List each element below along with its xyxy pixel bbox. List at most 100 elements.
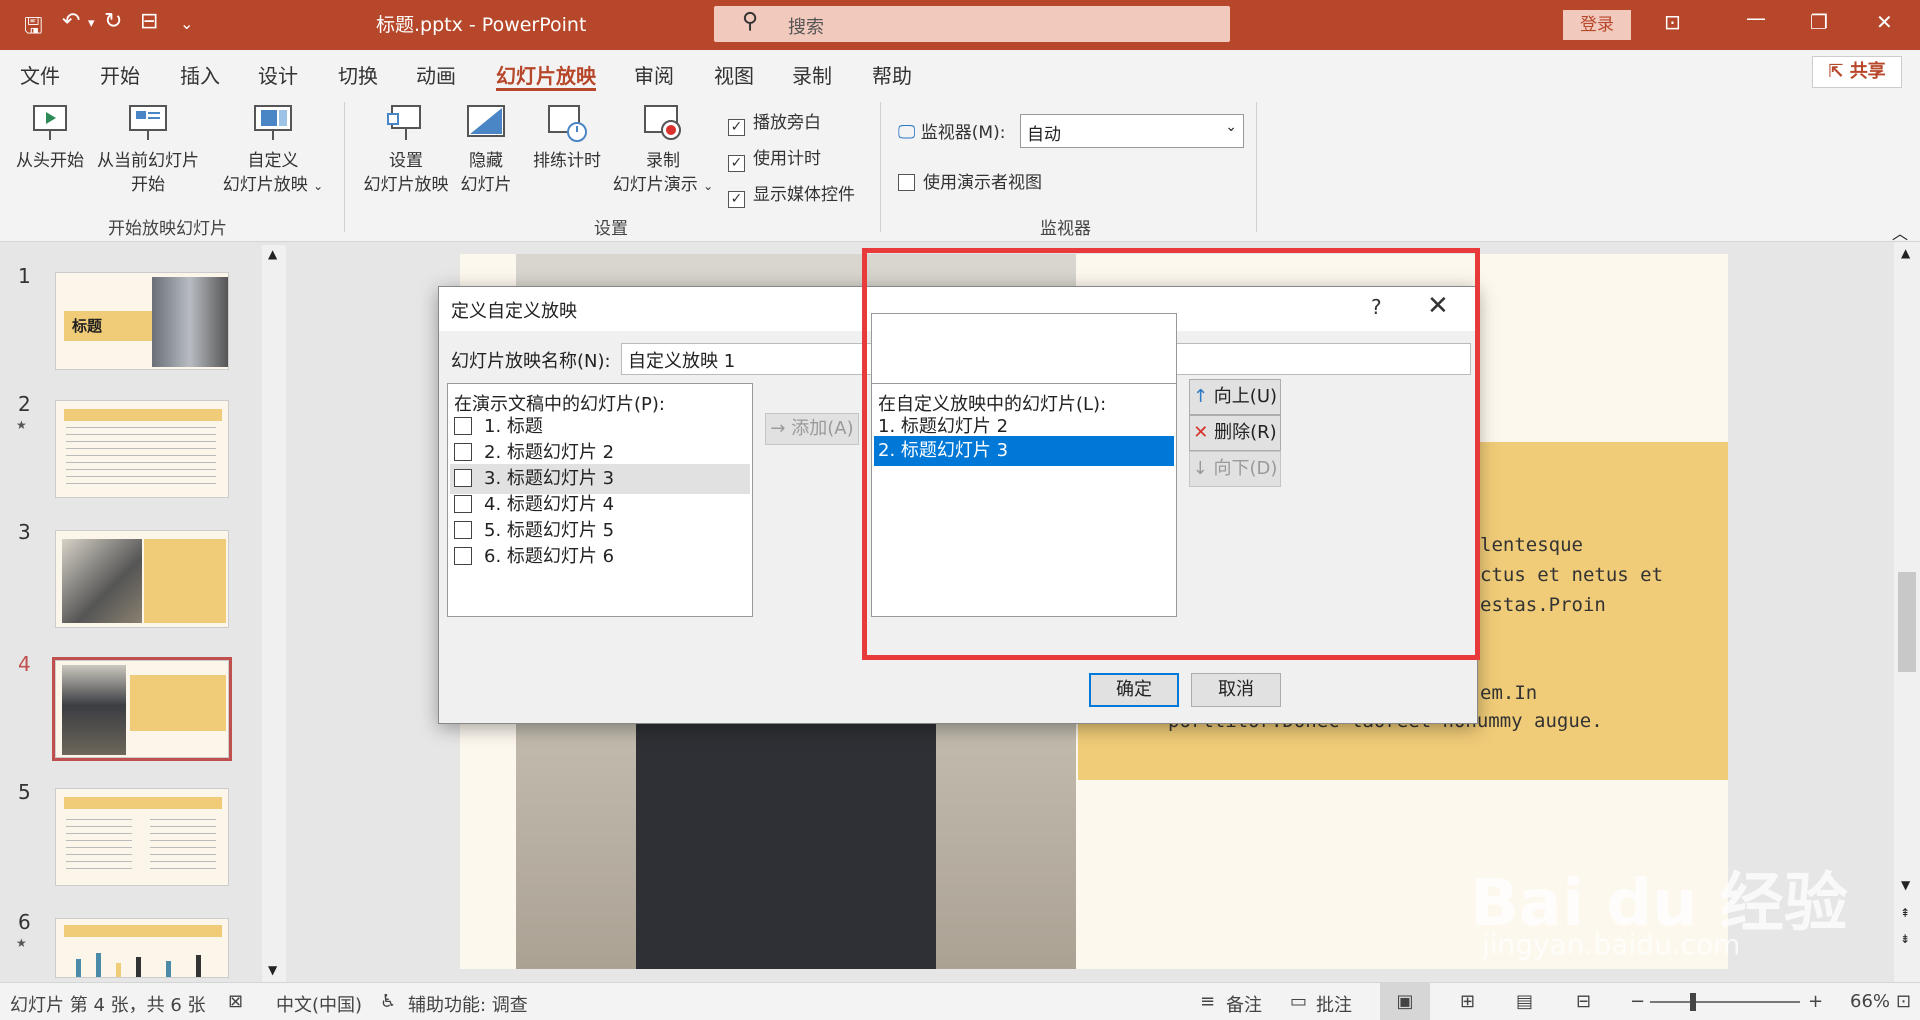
ok-button[interactable]: 确定	[1089, 673, 1179, 707]
tab-file[interactable]: 文件	[20, 60, 60, 89]
group-separator	[1256, 102, 1257, 232]
thumb-bar	[136, 957, 141, 977]
checkbox[interactable]	[454, 469, 472, 487]
scroll-up-icon[interactable]: ▲	[1901, 246, 1910, 260]
monitor-select[interactable]: 自动 ⌄	[1020, 114, 1244, 148]
close-window-icon[interactable]: ✕	[1876, 10, 1893, 34]
zoom-out-icon[interactable]: −	[1630, 991, 1645, 1012]
fit-slide-icon[interactable]: ⊡	[1896, 991, 1911, 1012]
zoom-in-icon[interactable]: +	[1808, 991, 1823, 1012]
checkbox[interactable]	[454, 417, 472, 435]
use-timings-checkbox[interactable]: ✓ 使用计时	[728, 144, 821, 172]
list-item-label: 6. 标题幻灯片 6	[484, 546, 615, 567]
save-icon[interactable]: 🖫	[24, 9, 43, 47]
thumb-photo	[62, 665, 126, 755]
thumb-bar	[116, 963, 121, 977]
undo-icon[interactable]: ↶	[62, 9, 80, 34]
zoom-slider[interactable]	[1650, 1001, 1800, 1003]
reading-view-icon[interactable]: ▤	[1516, 991, 1533, 1012]
from-beginning-label: 从头开始	[16, 151, 84, 171]
active-tab-indicator	[496, 88, 596, 91]
customize-toolbar-icon[interactable]: ⌄	[180, 14, 193, 33]
redo-icon[interactable]: ↻	[104, 9, 122, 34]
spellcheck-icon[interactable]: ⊠	[228, 991, 243, 1012]
slide-thumbnail-6[interactable]	[55, 918, 229, 978]
record-slideshow-button[interactable]: 录制 幻灯片演示 ⌄	[606, 102, 720, 198]
ribbon-display-icon[interactable]: ⊡	[1664, 10, 1681, 34]
checkbox[interactable]	[454, 443, 472, 461]
search-box[interactable]: ⚲ 搜索	[714, 6, 1230, 42]
zoom-level[interactable]: 66%	[1850, 991, 1890, 1012]
thumb-header-band	[64, 409, 222, 421]
rehearse-timings-button[interactable]: 排练计时	[526, 102, 608, 173]
checkbox[interactable]	[454, 547, 472, 565]
scroll-thumb[interactable]	[1898, 572, 1916, 672]
show-media-label: 显示媒体控件	[753, 185, 855, 205]
add-arrow-icon: →	[770, 418, 786, 439]
tab-help[interactable]: 帮助	[872, 60, 912, 89]
tab-slideshow[interactable]: 幻灯片放映	[496, 60, 596, 89]
from-beginning-button[interactable]: 从头开始	[12, 102, 88, 173]
use-timings-label: 使用计时	[753, 149, 821, 169]
minimize-icon[interactable]: —	[1746, 6, 1766, 30]
cancel-button[interactable]: 取消	[1191, 673, 1281, 707]
collapse-ribbon-icon[interactable]: ︿	[1892, 220, 1908, 244]
zoom-slider-thumb[interactable]	[1690, 993, 1696, 1011]
notes-button[interactable]: 备注	[1226, 991, 1262, 1017]
share-label: 共享	[1849, 61, 1886, 82]
from-current-button[interactable]: 从当前幻灯片 开始	[92, 102, 204, 197]
login-button[interactable]: 登录	[1563, 10, 1631, 40]
hide-slide-button[interactable]: 隐藏 幻灯片	[456, 102, 516, 197]
tab-transitions[interactable]: 切换	[338, 60, 378, 89]
slide-thumbnail-5[interactable]	[55, 788, 229, 886]
setup-label-2: 幻灯片放映	[363, 175, 449, 195]
record-label-2: 幻灯片演示	[612, 175, 698, 195]
slide-scrollbar[interactable]: ▲ ▼ ⇞ ⇟	[1894, 242, 1920, 982]
slide-sorter-icon[interactable]: ⊞	[1460, 991, 1475, 1012]
play-narration-checkbox[interactable]: ✓ 播放旁白	[728, 108, 821, 136]
accessibility-status[interactable]: 辅助功能: 调查	[408, 991, 528, 1017]
scroll-down-icon[interactable]: ▼	[1901, 878, 1910, 892]
thumb-number: 1	[18, 264, 31, 288]
checkbox[interactable]	[454, 495, 472, 513]
presentation-slides-list[interactable]: 在演示文稿中的幻灯片(P): 1. 标题 2. 标题幻灯片 2 3. 标题幻灯片…	[447, 383, 753, 617]
tab-design[interactable]: 设计	[258, 60, 298, 89]
add-button[interactable]: → 添加(A)	[765, 413, 859, 445]
next-slide-icon[interactable]: ⇟	[1900, 932, 1910, 946]
normal-view-icon[interactable]: ▣	[1380, 983, 1430, 1020]
tab-animations[interactable]: 动画	[416, 60, 456, 89]
setup-slideshow-button[interactable]: 设置 幻灯片放映	[358, 102, 454, 197]
tab-view[interactable]: 视图	[714, 60, 754, 89]
thumb-bar	[196, 955, 201, 977]
slide-thumbnail-4[interactable]	[52, 657, 232, 761]
thumb-text-lines	[150, 819, 216, 869]
tab-review[interactable]: 审阅	[634, 60, 674, 89]
prev-slide-icon[interactable]: ⇞	[1900, 906, 1910, 920]
checkmark-icon: ✓	[728, 155, 745, 172]
presenter-view-checkbox[interactable]: 使用演示者视图	[898, 168, 1042, 193]
list-item-label: 4. 标题幻灯片 4	[484, 494, 615, 515]
list-item[interactable]: 6. 标题幻灯片 6	[450, 542, 750, 572]
custom-slideshow-button[interactable]: 自定义 幻灯片放映 ⌄	[218, 102, 328, 198]
show-media-checkbox[interactable]: ✓ 显示媒体控件	[728, 180, 855, 208]
checkbox[interactable]	[454, 521, 472, 539]
slideshow-view-icon[interactable]: ⊟	[1576, 991, 1591, 1012]
restore-icon[interactable]: ❐	[1810, 10, 1828, 34]
undo-dropdown-icon[interactable]: ▾	[88, 16, 95, 31]
tab-insert[interactable]: 插入	[180, 60, 220, 89]
thumbnail-scrollbar[interactable]: ▲ ▼	[262, 245, 286, 982]
share-button[interactable]: ⇱ 共享	[1812, 56, 1902, 88]
language-indicator[interactable]: 中文(中国)	[276, 991, 362, 1017]
slide-thumbnail-2[interactable]	[55, 400, 229, 498]
comments-button[interactable]: 批注	[1316, 991, 1352, 1017]
scroll-down-icon[interactable]: ▼	[268, 963, 277, 977]
monitor-label-text: 监视器(M):	[920, 123, 1006, 143]
tab-home[interactable]: 开始	[100, 60, 140, 89]
scroll-up-icon[interactable]: ▲	[268, 247, 277, 261]
slide-thumbnail-3[interactable]	[55, 530, 229, 628]
presentation-icon[interactable]: ⊟	[140, 9, 158, 34]
thumb-number: 2	[18, 392, 31, 416]
tab-record[interactable]: 录制	[792, 60, 832, 89]
record-icon	[644, 105, 681, 140]
slide-thumbnail-1[interactable]: 标题	[55, 272, 229, 370]
